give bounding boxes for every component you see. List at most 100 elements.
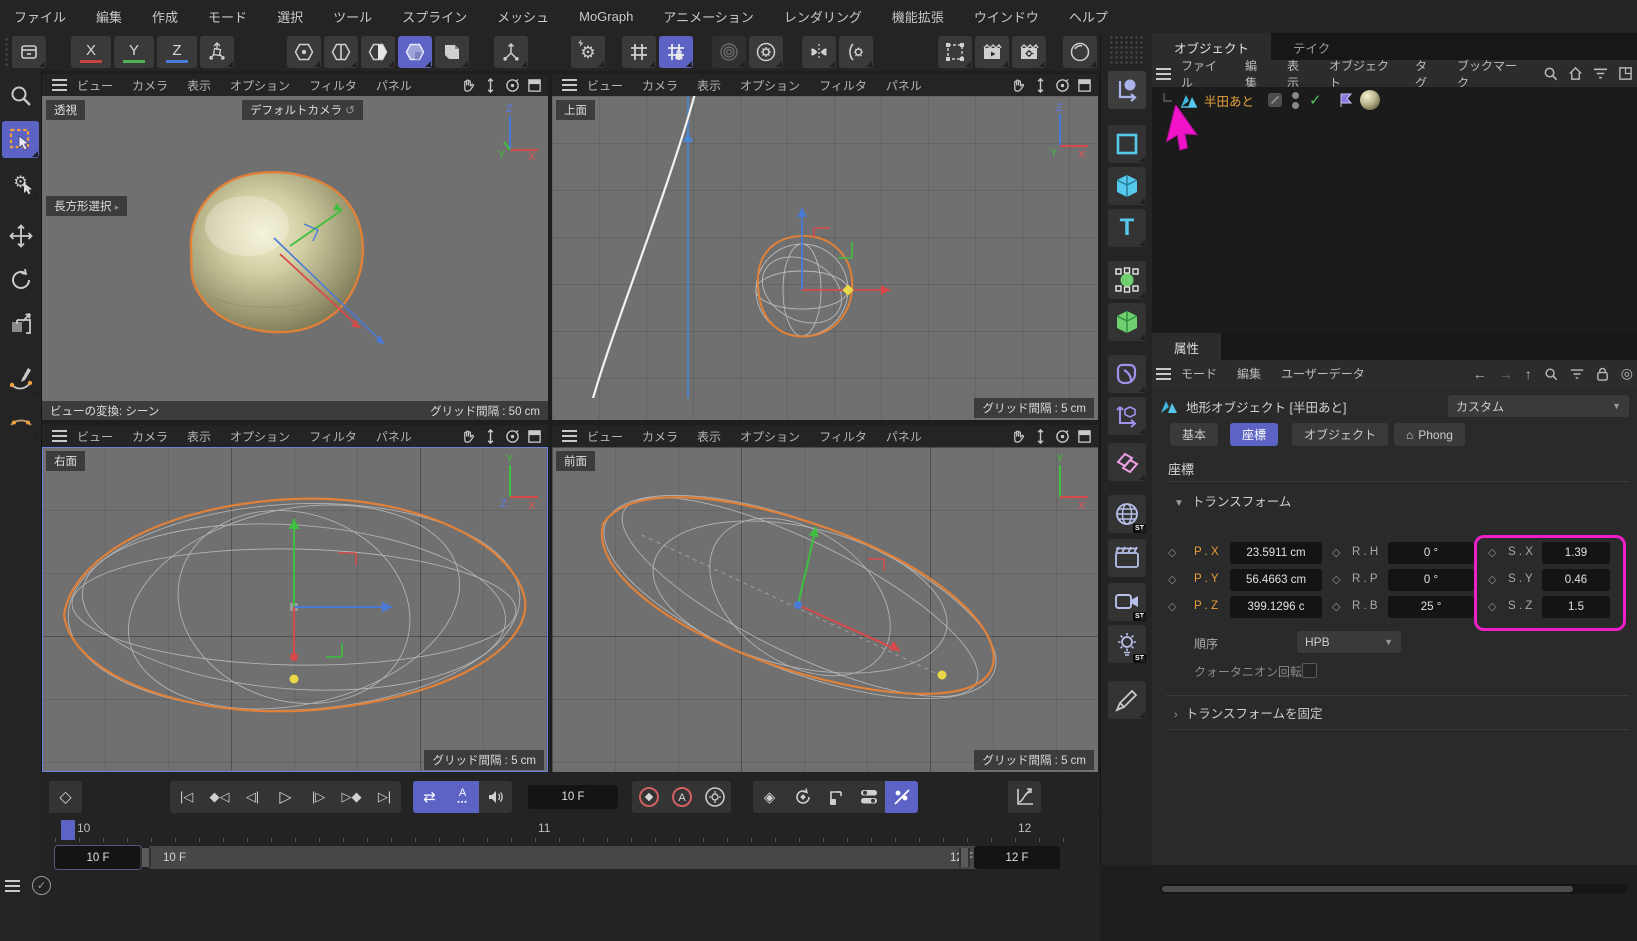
range-start-field[interactable]: 10 F [55, 846, 141, 869]
tool-options-button[interactable]: ⚙ [2, 163, 39, 200]
target-icon[interactable]: ◎ [1621, 365, 1633, 382]
hamburger-icon[interactable] [52, 435, 67, 437]
viewport-top[interactable]: ビューカメラ表示オプションフィルタパネル [552, 74, 1098, 420]
hamburger-icon[interactable] [562, 84, 577, 86]
key-diamond-icon[interactable]: ◇ [1168, 546, 1176, 559]
viewport-front-canvas[interactable]: 前面 Y X グリッド間隔 : 5 cm [552, 447, 1098, 772]
vp-menu-item-5[interactable]: パネル [886, 77, 922, 94]
zoom-move-icon[interactable] [1033, 429, 1048, 444]
key-rotation-button[interactable] [786, 781, 819, 813]
viewport-perspective-canvas[interactable]: 透視 デフォルトカメラ ↺ 長方形選択 ▸ Z X Y ビューの変換: シーン … [42, 96, 548, 420]
rotate-view-icon[interactable] [505, 429, 520, 444]
lock-x-axis-button[interactable]: X [71, 36, 111, 68]
preset-dropdown[interactable]: カスタム▼ [1448, 395, 1629, 417]
vp-menu-item-4[interactable]: フィルタ [819, 77, 867, 94]
px-value-field[interactable]: 23.5911 cm [1230, 542, 1322, 564]
main-menu-item-10[interactable]: レンダリング [784, 7, 862, 26]
key-position-button[interactable]: ◈ [753, 781, 786, 813]
vp-menu-item-2[interactable]: 表示 [187, 77, 211, 94]
tab-basic[interactable]: 基本 [1170, 423, 1218, 446]
object-list[interactable]: 半田あと ✓ [1152, 87, 1637, 333]
main-menu-item-8[interactable]: MoGraph [579, 9, 633, 24]
py-value-field[interactable]: 56.4663 cm [1230, 569, 1322, 591]
vp-menu-item-3[interactable]: オプション [230, 77, 290, 94]
enabled-check-icon[interactable]: ✓ [1309, 91, 1322, 109]
om-menu-item-0[interactable]: ファイル [1181, 57, 1225, 91]
key-diamond-icon[interactable]: ◇ [1488, 600, 1496, 613]
rotate-view-icon[interactable] [1055, 78, 1070, 93]
field-generator-button[interactable] [1108, 261, 1146, 299]
hamburger-icon[interactable] [562, 435, 577, 437]
vp-menu-item-1[interactable]: カメラ [642, 428, 678, 445]
rh-value-field[interactable]: 0 ° [1388, 542, 1474, 564]
palette-grip[interactable] [1109, 35, 1145, 65]
spline-pen-tool[interactable] [2, 359, 39, 396]
main-menu-item-2[interactable]: 作成 [152, 7, 178, 26]
pz-value-field[interactable]: 399.1296 c [1230, 596, 1322, 618]
camera-label-chip[interactable]: デフォルトカメラ ↺ [242, 100, 363, 120]
range-slider[interactable]: 10 F 12 F [149, 846, 987, 869]
toggle-view-icon[interactable] [527, 78, 542, 93]
rock-object[interactable] [191, 172, 363, 332]
key-diamond-icon[interactable]: ◇ [1168, 600, 1176, 613]
attr-menu-item-0[interactable]: モード [1181, 365, 1217, 382]
layer-toggle-icon[interactable] [1268, 93, 1282, 107]
workplane-axis-button[interactable] [1108, 397, 1146, 435]
display-tag-icon[interactable] [1338, 92, 1354, 108]
rp-value-field[interactable]: 0 ° [1388, 569, 1474, 591]
volume-generator-button[interactable] [1108, 303, 1146, 341]
timeline-ruler[interactable]: 10 11 12 [41, 818, 1100, 842]
vp-menu-item-5[interactable]: パネル [886, 428, 922, 445]
current-frame-field[interactable]: 10 F [528, 785, 618, 809]
zoom-move-icon[interactable] [483, 78, 498, 93]
vp-menu-item-3[interactable]: オプション [740, 77, 800, 94]
vp-menu-item-3[interactable]: オプション [740, 428, 800, 445]
back-icon[interactable]: ← [1473, 366, 1487, 382]
hamburger-icon[interactable] [1156, 373, 1171, 375]
om-menu-item-5[interactable]: ブックマーク [1457, 57, 1523, 91]
main-menu-item-12[interactable]: ウインドウ [974, 7, 1039, 26]
vp-menu-item-4[interactable]: フィルタ [309, 428, 357, 445]
key-diamond-icon[interactable]: ◇ [1488, 573, 1496, 586]
vp-menu-item-2[interactable]: 表示 [187, 428, 211, 445]
enable-axis-button[interactable] [494, 36, 528, 68]
key-diamond-icon[interactable]: ◇ [1332, 573, 1340, 586]
keyframe-button[interactable]: ◇ [49, 781, 82, 813]
viewport-front[interactable]: ビューカメラ表示オプションフィルタパネル [552, 425, 1098, 772]
range-end-handle[interactable] [959, 848, 970, 867]
scale-tool[interactable] [2, 305, 39, 342]
sx-value-field[interactable]: 1.39 [1542, 542, 1610, 564]
key-scale-button[interactable] [819, 781, 852, 813]
viewport-right[interactable]: ビューカメラ表示オプションフィルタパネル [42, 425, 548, 772]
vp-menu-item-0[interactable]: ビュー [587, 77, 623, 94]
sculpt-brush-tool[interactable] [2, 403, 39, 440]
quantize-button[interactable] [622, 36, 656, 68]
spline-primitive-button[interactable] [1108, 125, 1146, 163]
om-menu-item-4[interactable]: タグ [1415, 57, 1437, 91]
rectangle-selection-tool[interactable] [2, 121, 39, 158]
falloff-settings-button[interactable] [749, 36, 783, 68]
vp-menu-item-1[interactable]: カメラ [132, 77, 168, 94]
undo-history-button[interactable] [12, 36, 46, 68]
tab-attributes[interactable]: 属性 [1152, 333, 1221, 360]
scrollbar-track[interactable] [1160, 884, 1627, 894]
mirror-button[interactable] [802, 36, 836, 68]
instance-button[interactable] [1108, 443, 1146, 481]
hamburger-icon[interactable] [52, 84, 67, 86]
visibility-dots-icon[interactable] [1292, 92, 1299, 109]
toolbar-grip[interactable] [4, 37, 8, 67]
camera-object-button[interactable]: ST [1108, 583, 1146, 621]
main-menu-item-11[interactable]: 機能拡張 [892, 7, 944, 26]
record-keyframe-button[interactable] [632, 781, 665, 813]
order-dropdown[interactable]: HPB▼ [1297, 631, 1401, 653]
range-start-handle[interactable] [140, 848, 151, 867]
key-parameters-button[interactable] [852, 781, 885, 813]
main-menu-item-7[interactable]: メッシュ [497, 7, 549, 26]
toggle-view-icon[interactable] [1077, 78, 1092, 93]
key-diamond-icon[interactable]: ◇ [1332, 546, 1340, 559]
snap-settings-button[interactable]: ⚙ [571, 36, 605, 68]
move-tool[interactable] [2, 217, 39, 254]
rb-value-field[interactable]: 25 ° [1388, 596, 1474, 618]
edges-mode-button[interactable] [324, 36, 358, 68]
pivot-edit-button[interactable] [1108, 71, 1146, 109]
